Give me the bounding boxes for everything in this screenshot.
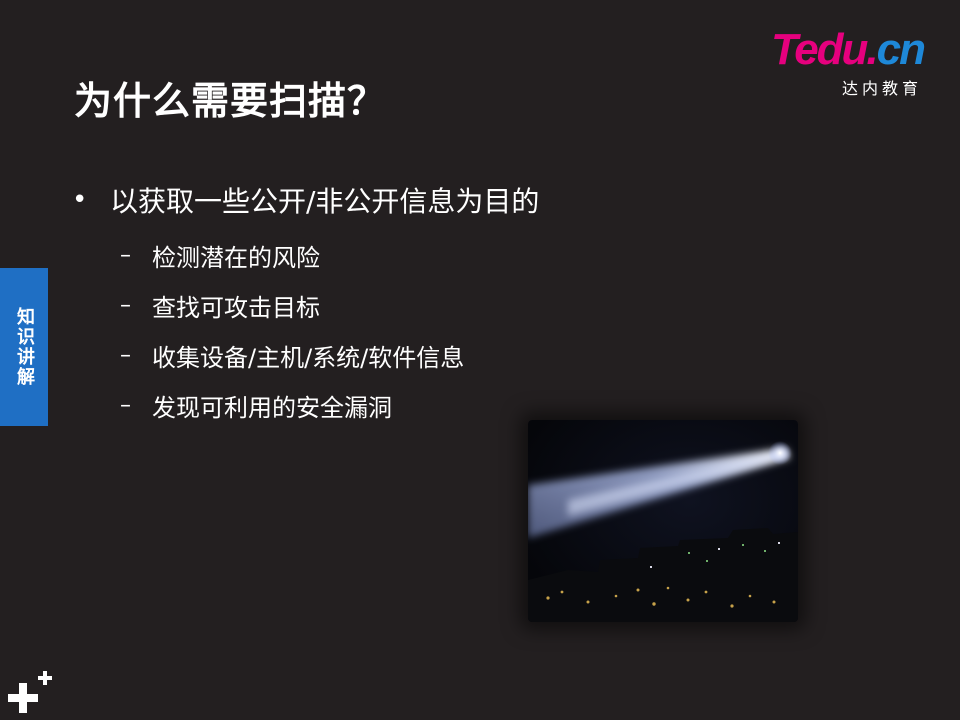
light-source xyxy=(768,441,792,465)
side-tab: 知识讲解 xyxy=(0,268,48,426)
tedu-logo: Tedu.cn 达内教育 xyxy=(744,25,926,99)
building-silhouette xyxy=(528,528,798,622)
slide-title: 为什么需要扫描？ xyxy=(74,79,387,123)
sub-bullet-text: 检测潜在的风险 xyxy=(152,243,320,272)
logo-cn: cn xyxy=(876,25,926,74)
logo-edu: edu. xyxy=(794,25,878,74)
sub-bullet-text: 查找可攻击目标 xyxy=(152,293,320,322)
plus-icon xyxy=(8,671,52,713)
sub-bullet-text: 发现可利用的安全漏洞 xyxy=(152,393,392,422)
logo-wordmark: Tedu.cn xyxy=(770,25,926,74)
sub-bullet-item: – 发现可利用的安全漏洞 xyxy=(120,380,539,430)
bullet-text: 以获取一些公开/非公开信息为目的 xyxy=(110,185,540,218)
sub-bullet-item: – 查找可攻击目标 xyxy=(120,280,539,330)
bullet-item: • 以获取一些公开/非公开信息为目的 xyxy=(72,178,539,222)
bullet-dot: • xyxy=(72,185,88,215)
logo-subtitle: 达内教育 xyxy=(841,79,922,98)
sub-bullet-dash: – xyxy=(120,342,131,368)
sub-bullet-dash: – xyxy=(120,392,131,418)
slide: Tedu.cn 达内教育 为什么需要扫描？ 知识讲解 • 以获取一些公开/非公开… xyxy=(0,0,960,720)
sub-bullet-dash: – xyxy=(120,242,131,268)
sub-bullet-item: – 收集设备/主机/系统/软件信息 xyxy=(120,330,539,380)
searchlight-image xyxy=(528,441,798,622)
searchlight-photo xyxy=(528,420,798,622)
sub-bullet-text: 收集设备/主机/系统/软件信息 xyxy=(152,343,465,372)
sub-bullet-item: – 检测潜在的风险 xyxy=(120,230,539,280)
sub-bullet-list: – 检测潜在的风险 – 查找可攻击目标 – 收集设备/主机/系统/软件信息 – … xyxy=(120,230,539,430)
side-tab-label: 知识讲解 xyxy=(14,307,35,387)
bullet-list: • 以获取一些公开/非公开信息为目的 – 检测潜在的风险 – 查找可攻击目标 –… xyxy=(72,178,539,430)
logo-t: T xyxy=(770,25,796,74)
sub-bullet-dash: – xyxy=(120,292,131,318)
